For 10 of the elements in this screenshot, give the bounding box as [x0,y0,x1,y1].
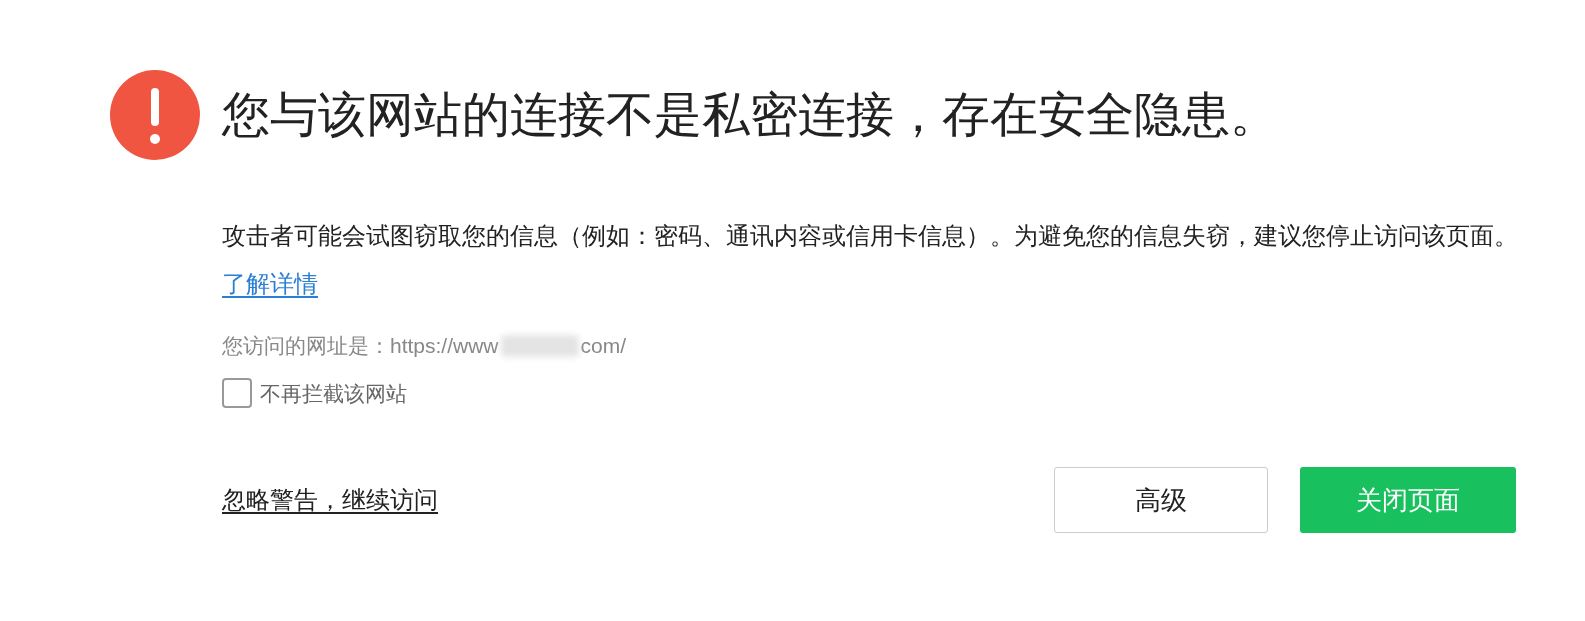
ignore-warning-link[interactable]: 忽略警告，继续访问 [222,482,438,518]
warning-description: 攻击者可能会试图窃取您的信息（例如：密码、通讯内容或信用卡信息）。为避免您的信息失窃，建议您停止访问该页面。 了解详情 [222,221,1519,299]
url-text: com/ [580,333,627,359]
url-text: 您访问的网址是：https://www [222,333,499,359]
advanced-button[interactable]: 高级 [1054,467,1268,533]
checkbox-label: 不再拦截该网站 [260,380,407,407]
page-title: 您与该网站的连接不是私密连接，存在安全隐患。 [222,91,1278,139]
checkbox[interactable] [222,378,252,409]
warning-icon [110,70,200,160]
details-link[interactable]: 了解详情 [222,270,318,297]
